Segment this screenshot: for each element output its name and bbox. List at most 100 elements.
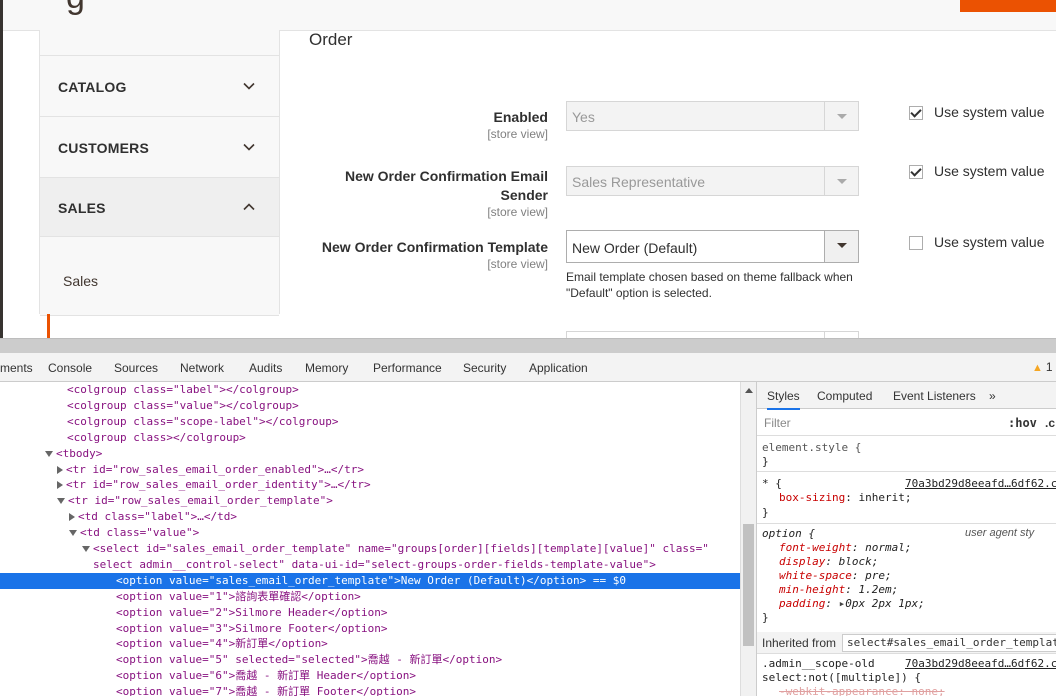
scope-label: [store view] bbox=[487, 257, 548, 271]
colgroup-node[interactable]: <colgroup class="label"></colgroup> bbox=[0, 382, 740, 398]
colgroup-node[interactable]: <colgroup class></colgroup> bbox=[0, 430, 740, 446]
field-label-template: New Order Confirmation Template bbox=[321, 239, 548, 255]
tr-node[interactable]: <tr id="row_sales_email_order_template"> bbox=[0, 493, 740, 509]
option-node[interactable]: <option value="4">新訂單</option> bbox=[0, 636, 740, 652]
chevron-up-icon bbox=[243, 203, 255, 211]
warning-counter[interactable]: ▲ 1 bbox=[1032, 360, 1053, 374]
option-node[interactable]: <option value="2">Silmore Header</option… bbox=[0, 605, 740, 621]
tab-sources[interactable]: Sources bbox=[114, 361, 158, 375]
tr-node[interactable]: <tr id="row_sales_email_order_enabled">…… bbox=[0, 462, 740, 478]
expand-down-icon[interactable] bbox=[69, 530, 77, 537]
styles-filter-input[interactable]: Filter bbox=[764, 416, 791, 430]
section-title: Order bbox=[309, 30, 353, 49]
style-rule-admin-scope: .admin__scope-old 70a3bd29d8eeafd…6df62.… bbox=[762, 657, 1056, 696]
expand-down-icon[interactable] bbox=[57, 498, 65, 505]
tab-performance[interactable]: Performance bbox=[373, 361, 442, 375]
use-system-value-label[interactable]: Use system value bbox=[934, 234, 1044, 250]
tab-network[interactable]: Network bbox=[180, 361, 224, 375]
styles-tab-bar: Styles Computed Event Listeners » bbox=[757, 382, 1056, 410]
dom-tree: <colgroup class="label"></colgroup> <colg… bbox=[0, 382, 740, 696]
select-value: Sales Representative bbox=[572, 174, 706, 190]
tab-application[interactable]: Application bbox=[529, 361, 588, 375]
tab-elements[interactable]: ments bbox=[0, 361, 33, 375]
devtools-resize-handle[interactable] bbox=[0, 338, 1056, 353]
select-node[interactable]: <select id="sales_email_order_template" … bbox=[0, 541, 740, 557]
next-field-select[interactable] bbox=[566, 331, 859, 338]
stylesheet-link[interactable]: 70a3bd29d8eeafd…6df62.c bbox=[905, 657, 1056, 670]
scroll-up-icon[interactable] bbox=[745, 388, 753, 393]
option-node[interactable]: <option value="sales_email_order_templat… bbox=[0, 572, 740, 589]
scrollbar-thumb[interactable] bbox=[743, 524, 754, 646]
expand-right-icon[interactable] bbox=[57, 481, 63, 490]
sender-select[interactable]: Sales Representative bbox=[566, 166, 859, 196]
use-system-value-label[interactable]: Use system value bbox=[934, 104, 1044, 120]
use-system-value-checkbox[interactable] bbox=[909, 236, 923, 250]
sidebar-section-title: CUSTOMERS bbox=[58, 140, 149, 156]
tab-computed[interactable]: Computed bbox=[817, 389, 872, 403]
dom-tree-scrollbar[interactable] bbox=[740, 382, 756, 696]
config-sidebar: CATALOG CUSTOMERS SALES Sales bbox=[39, 30, 280, 316]
tab-audits[interactable]: Audits bbox=[249, 361, 282, 375]
use-system-value-label[interactable]: Use system value bbox=[934, 163, 1044, 179]
class-toggle[interactable]: .c bbox=[1045, 416, 1055, 430]
tr-node[interactable]: <tr id="row_sales_email_order_identity">… bbox=[0, 477, 740, 493]
admin-page: g CATALOG CUSTOMERS SALES Sales Order En… bbox=[0, 0, 1056, 338]
enabled-select[interactable]: Yes bbox=[566, 101, 859, 131]
user-agent-stylesheet-label: user agent sty bbox=[965, 527, 1035, 539]
sidebar-section-title: CATALOG bbox=[58, 79, 127, 95]
stylesheet-link[interactable]: 70a3bd29d8eeafd…6df62.c bbox=[905, 477, 1056, 490]
hover-state-toggle[interactable]: :hov bbox=[1008, 416, 1037, 430]
primary-action-button[interactable] bbox=[960, 0, 1056, 12]
sidebar-section-customers[interactable]: CUSTOMERS bbox=[40, 116, 279, 178]
select-arrow-icon bbox=[824, 167, 858, 195]
expand-right-icon[interactable] bbox=[69, 513, 75, 522]
style-rule-option: option { user agent sty font-weight: nor… bbox=[762, 527, 1035, 624]
tab-security[interactable]: Security bbox=[463, 361, 506, 375]
colgroup-node[interactable]: <colgroup class="scope-label"></colgroup… bbox=[0, 414, 740, 430]
page-header: g bbox=[0, 0, 1056, 31]
select-node-cont[interactable]: select admin__control-select" data-ui-id… bbox=[0, 557, 740, 573]
use-system-value-checkbox[interactable] bbox=[909, 106, 923, 120]
sidebar-item-sales[interactable]: Sales bbox=[40, 236, 279, 316]
use-system-value-checkbox[interactable] bbox=[909, 165, 923, 179]
template-select[interactable]: New Order (Default) bbox=[566, 230, 859, 263]
expand-right-icon[interactable] bbox=[57, 465, 63, 474]
option-node[interactable]: <option value="6">喬越 - 新訂單 Header</optio… bbox=[0, 668, 740, 684]
devtools-tab-bar: ments Console Sources Network Audits Mem… bbox=[0, 353, 1056, 382]
colgroup-node[interactable]: <colgroup class="value"></colgroup> bbox=[0, 398, 740, 414]
option-node[interactable]: <option value="7">喬越 - 新訂單 Footer</optio… bbox=[0, 684, 740, 696]
td-node[interactable]: <td class="label">…</td> bbox=[0, 509, 740, 525]
styles-filter-bar: Filter :hov .c bbox=[757, 409, 1056, 436]
tab-memory[interactable]: Memory bbox=[305, 361, 348, 375]
expand-down-icon[interactable] bbox=[45, 450, 53, 457]
header-title-fragment: g bbox=[66, 0, 85, 17]
style-rule-element: element.style { } bbox=[757, 436, 1056, 472]
sidebar-item-label: Sales bbox=[63, 273, 99, 289]
style-rule-universal: * { 70a3bd29d8eeafd…6df62.c box-sizing: … bbox=[757, 472, 1056, 524]
admin-menu-edge bbox=[0, 0, 3, 338]
option-node[interactable]: <option value="1">諮詢表單確認</option> bbox=[0, 589, 740, 605]
tab-console[interactable]: Console bbox=[48, 361, 92, 375]
option-node[interactable]: <option value="3">Silmore Footer</option… bbox=[0, 621, 740, 637]
tbody-node[interactable]: <tbody> bbox=[0, 446, 740, 462]
warning-icon: ▲ bbox=[1032, 362, 1043, 374]
select-value: Yes bbox=[572, 109, 595, 125]
chevron-down-icon bbox=[243, 82, 255, 90]
option-node[interactable]: <option value="5" selected="selected">喬越… bbox=[0, 652, 740, 668]
field-label-sender: New Order Confirmation Email Sender bbox=[344, 168, 548, 203]
select-arrow-icon bbox=[824, 102, 858, 130]
inherited-selector-link[interactable]: select#sales_email_order_templat bbox=[842, 634, 1056, 652]
more-tabs-icon[interactable]: » bbox=[989, 389, 996, 403]
tab-event-listeners[interactable]: Event Listeners bbox=[893, 389, 976, 403]
field-label-enabled: Enabled bbox=[493, 109, 548, 125]
select-arrow-icon bbox=[824, 231, 858, 262]
scope-label: [store view] bbox=[487, 127, 548, 141]
td-node[interactable]: <td class="value"> bbox=[0, 525, 740, 541]
sidebar-section-sales[interactable]: SALES bbox=[40, 177, 279, 237]
select-value: New Order (Default) bbox=[572, 240, 698, 256]
inherited-from-header: Inherited from select#sales_email_order_… bbox=[757, 632, 1056, 654]
sidebar-section-catalog[interactable]: CATALOG bbox=[40, 55, 279, 117]
scope-label: [store view] bbox=[487, 205, 548, 219]
tab-styles[interactable]: Styles bbox=[767, 389, 800, 410]
expand-down-icon[interactable] bbox=[82, 546, 90, 552]
